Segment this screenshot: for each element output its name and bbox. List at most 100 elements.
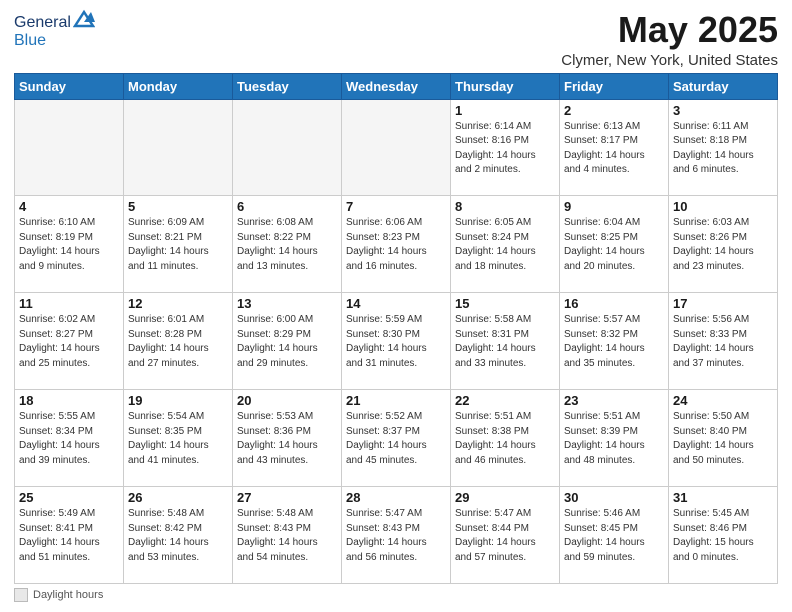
- day-number: 25: [19, 490, 119, 505]
- header: General Blue May 2025 Clymer, New York, …: [14, 10, 778, 69]
- week-row-1: 1Sunrise: 6:14 AM Sunset: 8:16 PM Daylig…: [15, 99, 778, 196]
- day-info: Sunrise: 5:52 AM Sunset: 8:37 PM Dayligh…: [346, 410, 446, 468]
- day-info: Sunrise: 5:56 AM Sunset: 8:33 PM Dayligh…: [673, 313, 773, 371]
- calendar-cell: 21 Sunrise: 5:52 AM Sunset: 8:37 PM Dayli…: [342, 390, 451, 487]
- calendar-cell: 15 Sunrise: 5:58 AM Sunset: 8:31 PM Dayli…: [451, 293, 560, 390]
- calendar-cell: 30 Sunrise: 5:46 AM Sunset: 8:45 PM Dayli…: [560, 487, 669, 584]
- day-info: Sunrise: 6:04 AM Sunset: 8:25 PM Dayligh…: [564, 216, 664, 274]
- logo-icon: [73, 8, 95, 30]
- calendar-cell: 5 Sunrise: 6:09 AM Sunset: 8:21 PM Daylig…: [124, 196, 233, 293]
- day-number: 7: [346, 199, 446, 214]
- calendar-page: General Blue May 2025 Clymer, New York, …: [0, 0, 792, 612]
- calendar-cell: 11Sunrise: 6:02 AM Sunset: 8:27 PM Dayli…: [15, 293, 124, 390]
- day-info: Sunrise: 6:11 AM Sunset: 8:18 PM Dayligh…: [673, 120, 773, 178]
- logo-blue: Blue: [14, 32, 46, 49]
- day-info: Sunrise: 6:00 AM Sunset: 8:29 PM Dayligh…: [237, 313, 337, 371]
- column-header-sunday: Sunday: [15, 73, 124, 99]
- day-number: 20: [237, 393, 337, 408]
- day-info: Sunrise: 5:58 AM Sunset: 8:31 PM Dayligh…: [455, 313, 555, 371]
- day-info: Sunrise: 5:46 AM Sunset: 8:45 PM Dayligh…: [564, 507, 664, 565]
- day-info: Sunrise: 5:50 AM Sunset: 8:40 PM Dayligh…: [673, 410, 773, 468]
- day-number: 21: [346, 393, 446, 408]
- calendar-cell: 24Sunrise: 5:50 AM Sunset: 8:40 PM Dayli…: [669, 390, 778, 487]
- day-number: 8: [455, 199, 555, 214]
- day-number: 26: [128, 490, 228, 505]
- day-info: Sunrise: 5:47 AM Sunset: 8:43 PM Dayligh…: [346, 507, 446, 565]
- day-number: 30: [564, 490, 664, 505]
- day-number: 19: [128, 393, 228, 408]
- logo-general: General: [14, 14, 71, 32]
- calendar-cell: 16Sunrise: 5:57 AM Sunset: 8:32 PM Dayli…: [560, 293, 669, 390]
- day-number: 31: [673, 490, 773, 505]
- calendar-cell: 6Sunrise: 6:08 AM Sunset: 8:22 PM Daylig…: [233, 196, 342, 293]
- day-info: Sunrise: 5:45 AM Sunset: 8:46 PM Dayligh…: [673, 507, 773, 565]
- day-info: Sunrise: 5:54 AM Sunset: 8:35 PM Dayligh…: [128, 410, 228, 468]
- calendar-cell: 27 Sunrise: 5:48 AM Sunset: 8:43 PM Dayli…: [233, 487, 342, 584]
- column-header-tuesday: Tuesday: [233, 73, 342, 99]
- day-number: 17: [673, 296, 773, 311]
- day-number: 28: [346, 490, 446, 505]
- day-info: Sunrise: 6:06 AM Sunset: 8:23 PM Dayligh…: [346, 216, 446, 274]
- calendar-cell: 10Sunrise: 6:03 AM Sunset: 8:26 PM Dayli…: [669, 196, 778, 293]
- column-header-thursday: Thursday: [451, 73, 560, 99]
- calendar-cell: 20 Sunrise: 5:53 AM Sunset: 8:36 PM Dayli…: [233, 390, 342, 487]
- day-number: 12: [128, 296, 228, 311]
- day-info: Sunrise: 6:09 AM Sunset: 8:21 PM Dayligh…: [128, 216, 228, 274]
- day-info: Sunrise: 6:05 AM Sunset: 8:24 PM Dayligh…: [455, 216, 555, 274]
- daylight-label: Daylight hours: [33, 589, 103, 601]
- day-info: Sunrise: 5:51 AM Sunset: 8:39 PM Dayligh…: [564, 410, 664, 468]
- day-number: 14: [346, 296, 446, 311]
- calendar-cell: 4Sunrise: 6:10 AM Sunset: 8:19 PM Daylig…: [15, 196, 124, 293]
- day-number: 9: [564, 199, 664, 214]
- calendar-cell: 3 Sunrise: 6:11 AM Sunset: 8:18 PM Daylig…: [669, 99, 778, 196]
- day-info: Sunrise: 6:13 AM Sunset: 8:17 PM Dayligh…: [564, 120, 664, 178]
- day-number: 16: [564, 296, 664, 311]
- column-header-saturday: Saturday: [669, 73, 778, 99]
- calendar-cell: 19 Sunrise: 5:54 AM Sunset: 8:35 PM Dayli…: [124, 390, 233, 487]
- footer-box: [14, 588, 28, 602]
- day-info: Sunrise: 6:14 AM Sunset: 8:16 PM Dayligh…: [455, 120, 555, 178]
- day-info: Sunrise: 5:59 AM Sunset: 8:30 PM Dayligh…: [346, 313, 446, 371]
- calendar-cell: 28 Sunrise: 5:47 AM Sunset: 8:43 PM Dayli…: [342, 487, 451, 584]
- calendar-cell: [15, 99, 124, 196]
- day-info: Sunrise: 6:08 AM Sunset: 8:22 PM Dayligh…: [237, 216, 337, 274]
- day-info: Sunrise: 5:53 AM Sunset: 8:36 PM Dayligh…: [237, 410, 337, 468]
- day-number: 18: [19, 393, 119, 408]
- day-number: 3: [673, 103, 773, 118]
- day-number: 23: [564, 393, 664, 408]
- calendar-cell: [342, 99, 451, 196]
- calendar-body: 1Sunrise: 6:14 AM Sunset: 8:16 PM Daylig…: [15, 99, 778, 583]
- day-number: 27: [237, 490, 337, 505]
- week-row-3: 11Sunrise: 6:02 AM Sunset: 8:27 PM Dayli…: [15, 293, 778, 390]
- day-number: 5: [128, 199, 228, 214]
- calendar-cell: 17 Sunrise: 5:56 AM Sunset: 8:33 PM Dayli…: [669, 293, 778, 390]
- day-number: 29: [455, 490, 555, 505]
- day-info: Sunrise: 6:01 AM Sunset: 8:28 PM Dayligh…: [128, 313, 228, 371]
- location: Clymer, New York, United States: [561, 52, 778, 69]
- calendar-cell: 26Sunrise: 5:48 AM Sunset: 8:42 PM Dayli…: [124, 487, 233, 584]
- day-info: Sunrise: 5:48 AM Sunset: 8:43 PM Dayligh…: [237, 507, 337, 565]
- footer: Daylight hours: [14, 588, 778, 602]
- day-number: 15: [455, 296, 555, 311]
- calendar-cell: 12 Sunrise: 6:01 AM Sunset: 8:28 PM Dayli…: [124, 293, 233, 390]
- calendar-cell: 1Sunrise: 6:14 AM Sunset: 8:16 PM Daylig…: [451, 99, 560, 196]
- calendar-cell: [233, 99, 342, 196]
- calendar-cell: 2 Sunrise: 6:13 AM Sunset: 8:17 PM Daylig…: [560, 99, 669, 196]
- week-row-5: 25 Sunrise: 5:49 AM Sunset: 8:41 PM Dayli…: [15, 487, 778, 584]
- day-info: Sunrise: 5:49 AM Sunset: 8:41 PM Dayligh…: [19, 507, 119, 565]
- day-info: Sunrise: 5:47 AM Sunset: 8:44 PM Dayligh…: [455, 507, 555, 565]
- calendar-cell: 13 Sunrise: 6:00 AM Sunset: 8:29 PM Dayli…: [233, 293, 342, 390]
- day-info: Sunrise: 6:03 AM Sunset: 8:26 PM Dayligh…: [673, 216, 773, 274]
- month-title: May 2025: [561, 10, 778, 50]
- day-info: Sunrise: 6:10 AM Sunset: 8:19 PM Dayligh…: [19, 216, 119, 274]
- calendar-cell: 8 Sunrise: 6:05 AM Sunset: 8:24 PM Daylig…: [451, 196, 560, 293]
- title-block: May 2025 Clymer, New York, United States: [561, 10, 778, 69]
- day-info: Sunrise: 6:02 AM Sunset: 8:27 PM Dayligh…: [19, 313, 119, 371]
- column-header-friday: Friday: [560, 73, 669, 99]
- day-number: 13: [237, 296, 337, 311]
- calendar-cell: 29 Sunrise: 5:47 AM Sunset: 8:44 PM Dayli…: [451, 487, 560, 584]
- day-number: 2: [564, 103, 664, 118]
- day-info: Sunrise: 5:51 AM Sunset: 8:38 PM Dayligh…: [455, 410, 555, 468]
- day-info: Sunrise: 5:55 AM Sunset: 8:34 PM Dayligh…: [19, 410, 119, 468]
- calendar-cell: 23 Sunrise: 5:51 AM Sunset: 8:39 PM Dayli…: [560, 390, 669, 487]
